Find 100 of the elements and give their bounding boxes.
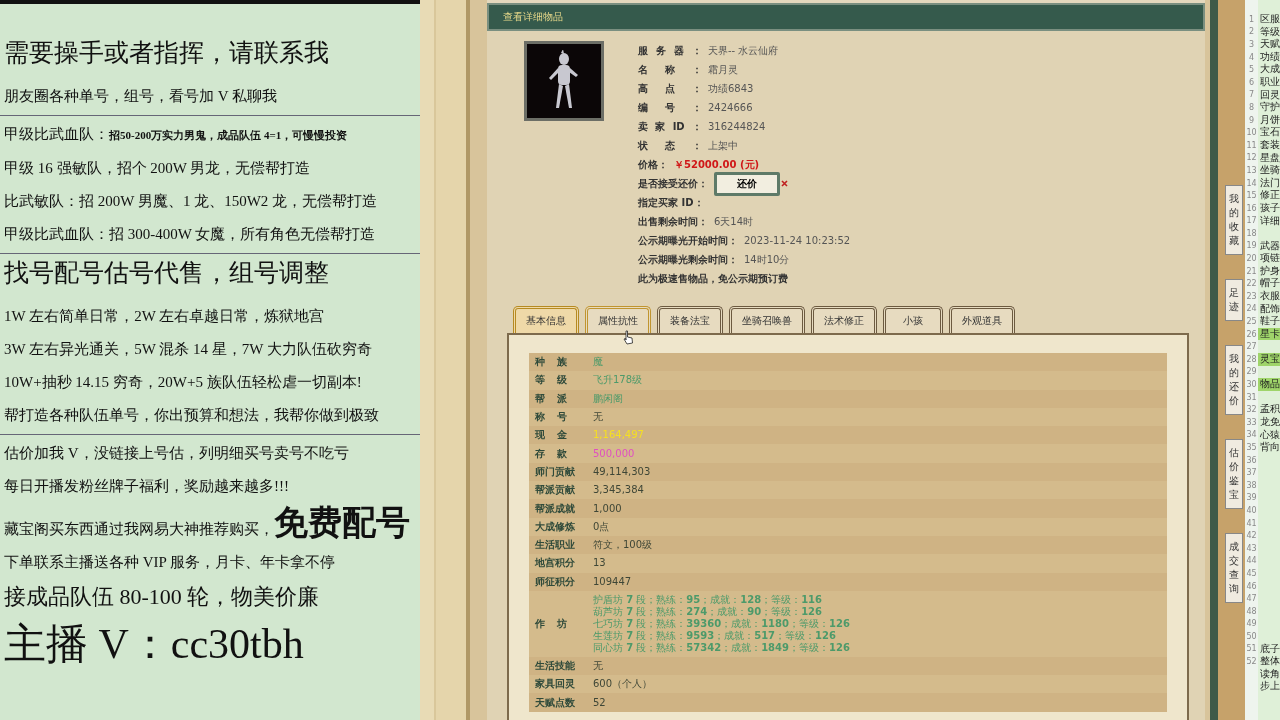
table-cell-text: 称号: [534, 410, 580, 425]
close-icon[interactable]: [781, 180, 788, 187]
side-tab[interactable]: 估价鉴宝: [1225, 439, 1243, 509]
line-number: 38: [1246, 480, 1257, 490]
line-number: 52: [1246, 657, 1257, 667]
side-tab[interactable]: 足迹: [1225, 279, 1243, 321]
promo-text: 朋友圈各种单号，组号，看号加 V 私聊我: [3, 87, 279, 106]
counter-offer-button[interactable]: 还价: [714, 171, 780, 196]
editor-text: 区服: [1259, 13, 1280, 26]
line-number: 36: [1246, 455, 1257, 465]
line-number: 32: [1246, 405, 1257, 415]
table-cell: 600（个人）: [593, 678, 653, 691]
editor-text: 守护: [1259, 101, 1280, 114]
line-number: 9: [1248, 115, 1255, 125]
line-number: 47: [1246, 594, 1257, 604]
field-label: 编号：: [638, 100, 702, 115]
side-tab[interactable]: 我的还价: [1225, 345, 1243, 415]
field-label: 卖家ID：: [638, 119, 702, 134]
line-number: 13: [1246, 165, 1257, 175]
line-number: 14: [1246, 178, 1257, 188]
tab[interactable]: 属性抗性: [585, 306, 651, 333]
field-label: 服务器：: [638, 43, 702, 58]
line-number: 19: [1246, 241, 1257, 251]
editor-text: 孩子: [1259, 201, 1280, 215]
line-number: 24: [1246, 304, 1257, 314]
tab[interactable]: 坐骑召唤兽: [729, 306, 805, 333]
table-cell-text: 存款: [534, 446, 580, 461]
table-cell: 无: [593, 660, 603, 672]
editor-text: 星盘: [1259, 151, 1280, 165]
line-number: 12: [1246, 153, 1257, 163]
field-label: 指定买家 ID：: [638, 195, 704, 210]
table-cell: 魔: [593, 356, 603, 369]
editor-text: 大成: [1259, 63, 1280, 76]
editor-text: 护身: [1259, 264, 1280, 278]
editor-text: 修正: [1259, 189, 1280, 202]
editor-text: 坐骑: [1259, 164, 1280, 177]
line-number: 10: [1246, 128, 1257, 138]
tab[interactable]: 外观道具: [949, 306, 1015, 333]
editor-text: 项链: [1259, 252, 1280, 265]
line-number: 34: [1246, 430, 1257, 440]
field-label: 公示期曝光开始时间：: [638, 233, 738, 248]
tab[interactable]: 装备法宝: [657, 306, 723, 333]
field-value: 霜月灵: [708, 62, 738, 77]
line-number: 5: [1248, 65, 1255, 75]
line-number: 30: [1246, 380, 1257, 389]
field-label: 出售剩余时间：: [638, 214, 708, 229]
table-cell: 鹏闲阁: [593, 392, 623, 405]
line-number: 45: [1246, 568, 1257, 578]
line-number: 33: [1246, 417, 1257, 427]
editor-text: 回灵: [1259, 88, 1280, 101]
editor-text: 物品: [1259, 378, 1280, 391]
editor-text: 星卡: [1259, 327, 1280, 341]
editor-text: 心猿: [1259, 428, 1280, 441]
editor-text: 衣服: [1259, 290, 1280, 303]
tab[interactable]: 基本信息: [513, 306, 579, 333]
table-cell: 52: [593, 696, 606, 709]
table-cell: 1,164,497: [593, 429, 644, 442]
line-number: 46: [1246, 581, 1257, 591]
promo-heading: 找号配号估号代售，组号调整: [3, 258, 330, 288]
tab[interactable]: 小孩: [883, 306, 943, 333]
side-tab[interactable]: 我的收藏: [1225, 185, 1243, 255]
promo-text: 比武敏队：招 200W 男魔、1 龙、150W2 龙，无偿帮打造: [3, 192, 379, 211]
editor-text: 底子: [1259, 642, 1280, 656]
field-value: 316244824: [708, 121, 766, 132]
line-number: 49: [1246, 619, 1257, 629]
editor-text: 宝石: [1259, 126, 1280, 139]
line-number: 4: [1248, 52, 1255, 62]
table-cell-text: 帮派: [534, 391, 580, 406]
line-number: 48: [1246, 606, 1257, 616]
promo-contact: 主播 V：cc30tbh: [3, 620, 305, 669]
table-cell: 500,000: [593, 447, 635, 460]
tab[interactable]: 法术修正: [811, 306, 877, 333]
promo-text: 帮打造各种队伍单号，你出预算和想法，我帮你做到极致: [3, 406, 380, 425]
table-cell-text: 帮派贡献: [534, 483, 576, 498]
table-cell: 同心坊 7 段；熟练：57342；成就：1849；等级：126: [593, 641, 850, 654]
field-value: 2023-11-24 10:23:52: [744, 235, 851, 246]
editor-text: 背向: [1259, 441, 1280, 454]
side-tab[interactable]: 成交查询: [1225, 533, 1243, 603]
line-number: 11: [1246, 140, 1257, 150]
table-cell-text: 家具回灵: [534, 677, 576, 692]
table-cell-text: 大成修炼: [534, 519, 576, 534]
table-cell: 无: [593, 411, 603, 424]
table-cell-text: 生莲坊 7 段；熟练：9593；成就：517；等级：126: [593, 629, 837, 642]
table-cell-text: 天赋点数: [534, 695, 576, 710]
field-label: 此为极速售物品，免公示期预订费: [638, 271, 788, 286]
line-number: 51: [1246, 644, 1257, 654]
table-cell: 3,345,384: [593, 484, 644, 497]
table-cell-text: 现金: [534, 428, 580, 443]
line-number: 43: [1246, 543, 1257, 553]
line-number: 39: [1246, 493, 1257, 503]
line-number: 3: [1248, 40, 1255, 49]
line-number: 29: [1246, 367, 1257, 377]
editor-text: 配饰: [1259, 302, 1280, 316]
editor-text: 孟积: [1259, 403, 1280, 416]
editor-text: 法门: [1259, 176, 1280, 190]
field-label: 高点：: [638, 81, 702, 96]
field-label: 名称：: [638, 62, 702, 77]
promo-text: 接成品队伍 80-100 轮，物美价廉: [3, 583, 321, 611]
field-value: 上架中: [708, 138, 738, 153]
promo-text: 1W 左右简单日常，2W 左右卓越日常，炼狱地宫: [3, 307, 326, 326]
